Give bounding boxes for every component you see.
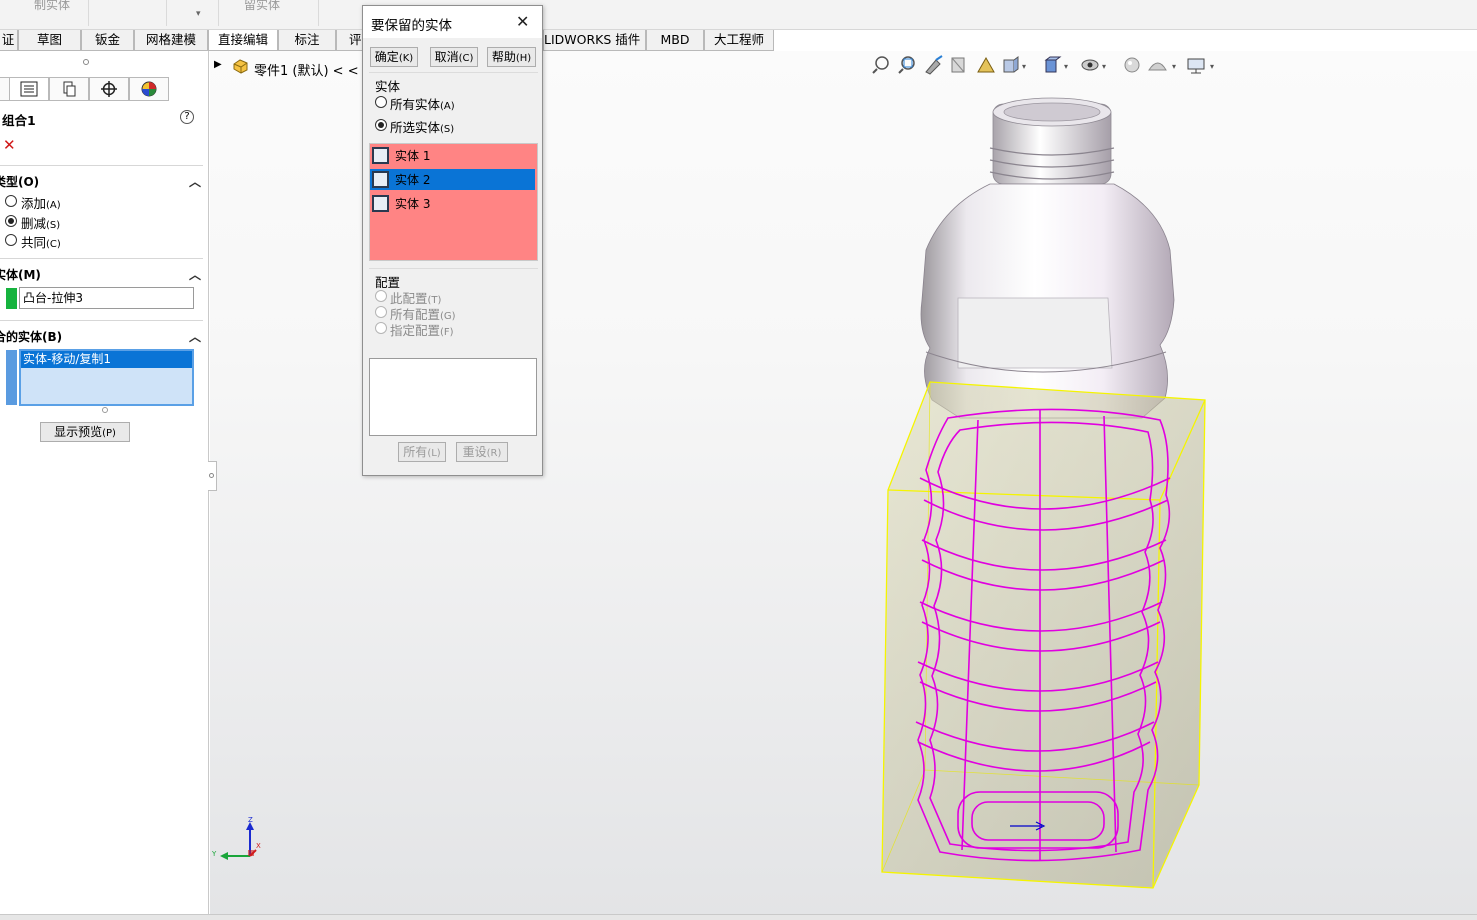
- option-specify-config-label: 指定配置(F): [390, 323, 454, 338]
- tab-sheet-metal[interactable]: 钣金: [81, 30, 134, 51]
- ribbon-label-combine[interactable]: 制实体: [34, 0, 70, 13]
- triad-x-label: X: [256, 842, 261, 850]
- radio-all-configs[interactable]: [375, 306, 387, 318]
- cancel-button[interactable]: 取消(C): [430, 47, 478, 67]
- coordinate-triad: Z Y X: [210, 816, 270, 866]
- tab-mesh-modeling[interactable]: 网格建模: [134, 30, 208, 51]
- ribbon-separator: [166, 0, 167, 26]
- operation-type-header[interactable]: 类型(O) ︿: [0, 173, 203, 191]
- radio-add[interactable]: [5, 195, 17, 207]
- manager-tabs: [0, 77, 209, 101]
- option-add-label: 添加(A): [21, 196, 61, 211]
- radio-this-config[interactable]: [375, 290, 387, 302]
- display-manager-tab[interactable]: [129, 77, 169, 101]
- list-item[interactable]: 实体 3: [370, 193, 535, 214]
- chevron-down-icon[interactable]: ▾: [196, 9, 201, 19]
- triad-y-label: Y: [212, 850, 217, 858]
- bodies-to-combine-list[interactable]: 实体-移动/复制1: [19, 349, 194, 406]
- triad-z-label: Z: [248, 816, 253, 824]
- main-body-selection-box[interactable]: 凸台-拉伸3: [19, 287, 194, 309]
- bodies-to-combine-title: 合的实体(B): [0, 330, 63, 344]
- option-subtract-label: 删减(S): [21, 216, 61, 231]
- bodies-section-header: 实体: [375, 79, 401, 94]
- help-button[interactable]: 帮助(H): [487, 47, 536, 67]
- tab-chief-engineer[interactable]: 大工程师: [704, 30, 774, 51]
- tab-sketch[interactable]: 草图: [18, 30, 81, 51]
- list-item-label: 实体 2: [395, 173, 431, 187]
- checkbox[interactable]: [372, 195, 389, 212]
- dialog-title: 要保留的实体: [371, 18, 452, 34]
- main-body-title: 实体(M): [0, 268, 41, 282]
- configuration-icon: [63, 81, 76, 97]
- divider: [369, 268, 538, 269]
- list-item[interactable]: 实体 1: [370, 145, 535, 166]
- divider: [0, 320, 203, 321]
- configuration-manager-tab[interactable]: [49, 77, 89, 101]
- panel-collapse-handle[interactable]: [208, 461, 217, 491]
- page-title: 组合1: [2, 113, 36, 128]
- display-manager-icon: [141, 81, 157, 97]
- main-body-swatch: [6, 288, 17, 309]
- radio-subtract[interactable]: [5, 215, 17, 227]
- checkbox[interactable]: [372, 147, 389, 164]
- configurations-list[interactable]: [369, 358, 537, 436]
- dimxpert-manager-tab[interactable]: [89, 77, 129, 101]
- tab-mbd[interactable]: MBD: [646, 30, 704, 51]
- ribbon-separator: [88, 0, 89, 26]
- panel-grip-icon[interactable]: [83, 59, 89, 65]
- radio-all-bodies[interactable]: [375, 96, 387, 108]
- divider: [369, 72, 538, 73]
- resize-handle-icon[interactable]: [102, 407, 108, 413]
- radio-common[interactable]: [5, 234, 17, 246]
- divider: [0, 258, 203, 259]
- close-icon[interactable]: ✕: [516, 12, 529, 31]
- dialog-titlebar[interactable]: 要保留的实体 ✕: [363, 6, 542, 38]
- option-all-bodies-label: 所有实体(A): [390, 97, 455, 112]
- option-selected-bodies-label: 所选实体(S): [390, 120, 455, 135]
- radio-selected-bodies[interactable]: [375, 119, 387, 131]
- crosshair-icon: [101, 81, 117, 97]
- tab-solidworks-addins[interactable]: LIDWORKS 插件: [543, 30, 646, 51]
- property-manager-tab[interactable]: [9, 77, 49, 101]
- bodies-to-combine-header[interactable]: 合的实体(B) ︿: [0, 328, 203, 346]
- operation-type-title: 类型(O): [0, 175, 40, 189]
- ok-button[interactable]: 确定(K): [370, 47, 418, 67]
- property-manager-panel: 组合1 ? ✕ 类型(O) ︿ 添加(A) 删减(S) 共同(C) 实体(M) …: [0, 51, 217, 920]
- collapse-icon[interactable]: ︿: [189, 173, 201, 190]
- list-item[interactable]: 实体 2: [370, 169, 535, 190]
- ribbon-separator: [218, 0, 219, 26]
- property-list-icon: [20, 81, 38, 97]
- checkbox[interactable]: [372, 171, 389, 188]
- ribbon-label-keep-body[interactable]: 留实体: [244, 0, 280, 13]
- collapse-icon[interactable]: ︿: [189, 266, 201, 283]
- tab-direct-editing[interactable]: 直接编辑: [208, 30, 278, 51]
- bodies-swatch: [6, 350, 17, 405]
- ribbon-separator: [318, 0, 319, 26]
- tab-markup[interactable]: 标注: [278, 30, 336, 51]
- divider: [0, 165, 203, 166]
- tab-features[interactable]: 证: [0, 30, 18, 51]
- bodies-list[interactable]: 实体 1 实体 2 实体 3: [369, 143, 538, 261]
- command-manager-ribbon: 制实体 ▾ 留实体: [0, 0, 1477, 30]
- bottom-tab-strip: [0, 914, 1477, 920]
- help-icon[interactable]: ?: [180, 110, 194, 124]
- all-button[interactable]: 所有(L): [398, 442, 446, 462]
- bodies-to-keep-dialog: 要保留的实体 ✕ 确定(K) 取消(C) 帮助(H) 实体 所有实体(A) 所选…: [362, 5, 543, 476]
- list-item-label: 实体 3: [395, 197, 431, 211]
- main-body-header[interactable]: 实体(M) ︿: [0, 266, 203, 284]
- option-common-label: 共同(C): [21, 235, 61, 250]
- reset-button[interactable]: 重设(R): [456, 442, 508, 462]
- tab-evaluate[interactable]: 评: [336, 30, 364, 51]
- list-item-label: 实体 1: [395, 149, 431, 163]
- cancel-icon[interactable]: ✕: [3, 136, 16, 154]
- list-item[interactable]: 实体-移动/复制1: [21, 351, 192, 368]
- radio-specify-config[interactable]: [375, 322, 387, 334]
- show-preview-button[interactable]: 显示预览(P): [40, 422, 130, 442]
- collapse-icon[interactable]: ︿: [189, 328, 201, 345]
